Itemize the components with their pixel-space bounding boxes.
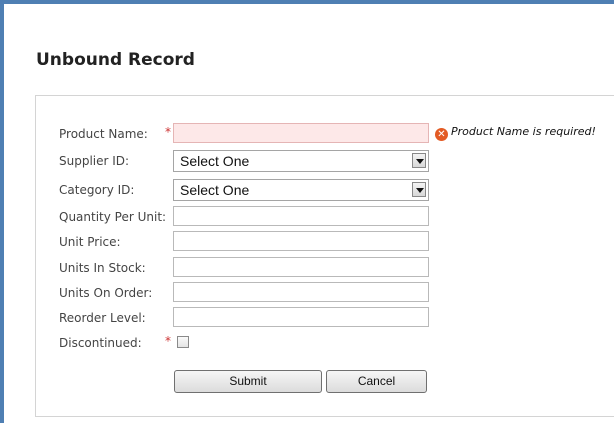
cancel-button[interactable]: Cancel (326, 370, 427, 393)
form-actions: Submit Cancel (36, 370, 614, 394)
row-unit-price: Unit Price: (36, 231, 614, 253)
unit-price-input[interactable] (173, 231, 429, 251)
row-units-on-order: Units On Order: (36, 282, 614, 304)
page-title: Unbound Record (36, 50, 195, 70)
units-in-stock-label: Units In Stock: (59, 261, 146, 275)
category-id-label: Category ID: (59, 183, 135, 197)
quantity-per-unit-label: Quantity Per Unit: (59, 210, 167, 224)
reorder-level-label: Reorder Level: (59, 311, 146, 325)
product-name-label: Product Name: (59, 127, 148, 141)
error-x-icon: ✕ (435, 128, 448, 141)
dialog-window: Unbound Record Product Name: * ✕ Product … (0, 0, 614, 423)
record-form: Product Name: * ✕ Product Name is require… (35, 95, 614, 417)
row-units-in-stock: Units In Stock: (36, 257, 614, 279)
unit-price-label: Unit Price: (59, 235, 121, 249)
units-on-order-input[interactable] (173, 282, 429, 302)
chevron-down-icon[interactable] (412, 153, 426, 168)
supplier-id-select[interactable]: Select One (173, 150, 429, 172)
row-supplier-id: Supplier ID: Select One (36, 150, 614, 172)
submit-button[interactable]: Submit (174, 370, 322, 393)
quantity-per-unit-input[interactable] (173, 206, 429, 226)
required-marker: * (165, 334, 171, 348)
product-name-error-text: Product Name is required! (451, 125, 596, 138)
row-quantity-per-unit: Quantity Per Unit: (36, 206, 614, 228)
chevron-down-icon[interactable] (412, 182, 426, 197)
discontinued-label: Discontinued: (59, 336, 142, 350)
category-id-select[interactable]: Select One (173, 179, 429, 201)
units-on-order-label: Units On Order: (59, 286, 153, 300)
row-category-id: Category ID: Select One (36, 179, 614, 201)
reorder-level-input[interactable] (173, 307, 429, 327)
row-product-name: Product Name: * ✕ Product Name is require… (36, 123, 614, 145)
required-marker: * (165, 125, 171, 139)
row-discontinued: Discontinued: * (36, 332, 614, 354)
units-in-stock-input[interactable] (173, 257, 429, 277)
product-name-input[interactable] (173, 123, 429, 143)
discontinued-checkbox[interactable] (177, 336, 189, 348)
supplier-id-label: Supplier ID: (59, 154, 130, 168)
category-id-selected: Select One (180, 182, 250, 198)
supplier-id-selected: Select One (180, 153, 250, 169)
product-name-error: ✕ Product Name is required! (435, 125, 596, 141)
row-reorder-level: Reorder Level: (36, 307, 614, 329)
